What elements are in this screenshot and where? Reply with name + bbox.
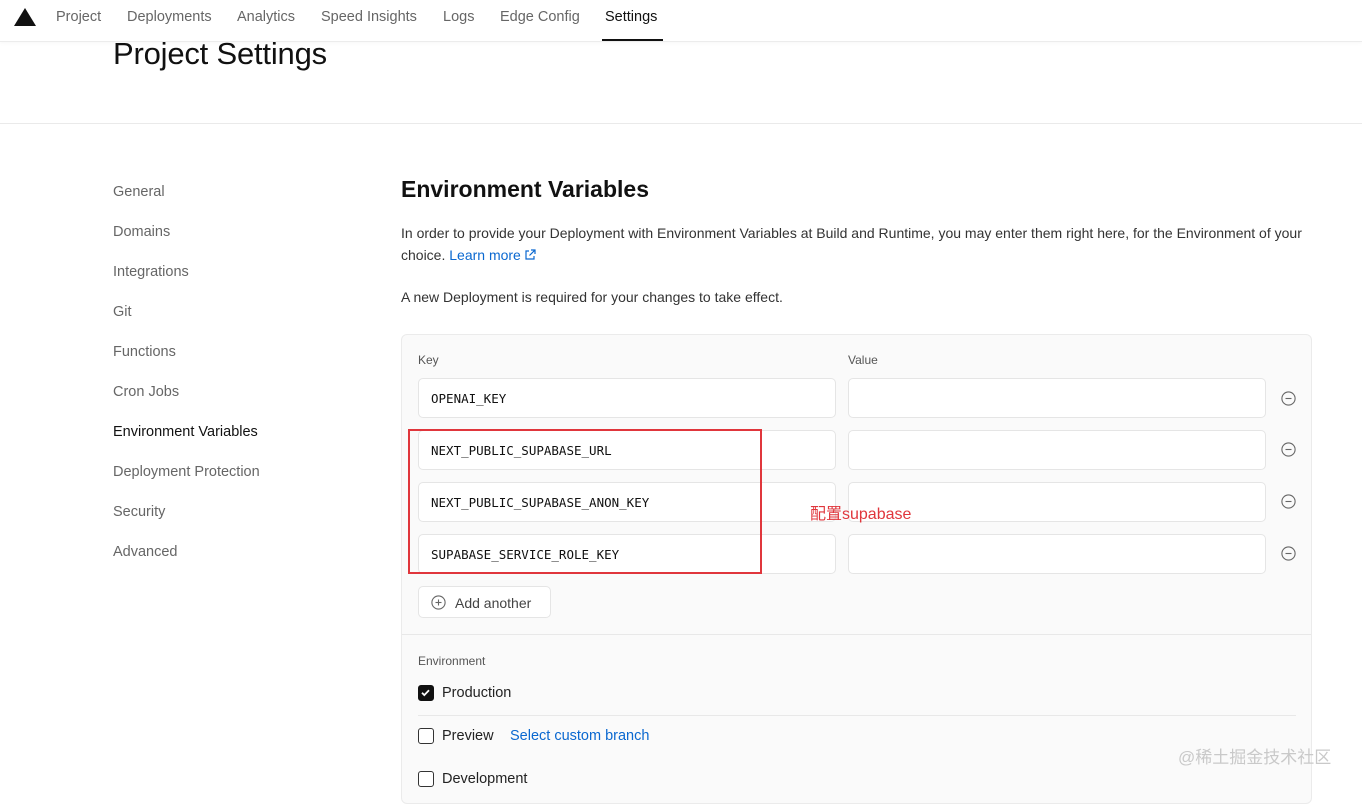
top-navigation: Project Deployments Analytics Speed Insi…: [0, 0, 1362, 41]
sidebar-item-integrations[interactable]: Integrations: [113, 264, 189, 280]
production-checkbox[interactable]: [418, 685, 434, 701]
section-title: Environment Variables: [401, 176, 649, 202]
value-column-label: Value: [848, 353, 878, 367]
sidebar-item-git[interactable]: Git: [113, 304, 132, 320]
sidebar-item-advanced[interactable]: Advanced: [113, 544, 178, 560]
vercel-logo-icon[interactable]: [14, 8, 36, 26]
tab-analytics[interactable]: Analytics: [237, 9, 295, 25]
preview-checkbox[interactable]: [418, 728, 434, 744]
tab-speed-insights[interactable]: Speed Insights: [321, 9, 417, 25]
development-checkbox[interactable]: [418, 771, 434, 787]
select-custom-branch-link[interactable]: Select custom branch: [510, 728, 649, 744]
remove-row-icon[interactable]: [1281, 442, 1296, 457]
tab-logs[interactable]: Logs: [443, 9, 474, 25]
add-another-button[interactable]: Add another: [418, 586, 551, 618]
env-key-input[interactable]: [418, 378, 836, 418]
sidebar-item-deployment-protection[interactable]: Deployment Protection: [113, 464, 260, 480]
env-value-input[interactable]: [848, 378, 1266, 418]
tab-edge-config[interactable]: Edge Config: [500, 9, 580, 25]
checkmark-icon: [421, 689, 430, 697]
env-value-input[interactable]: [848, 430, 1266, 470]
description-text: In order to provide your Deployment with…: [401, 225, 1302, 263]
section-description: In order to provide your Deployment with…: [401, 222, 1316, 266]
environment-divider: [418, 715, 1296, 716]
learn-more-link[interactable]: Learn more: [449, 247, 536, 263]
sidebar-item-security[interactable]: Security: [113, 504, 165, 520]
environment-label: Environment: [418, 654, 486, 668]
remove-row-icon[interactable]: [1281, 546, 1296, 561]
tab-deployments[interactable]: Deployments: [127, 9, 212, 25]
sidebar-item-cron-jobs[interactable]: Cron Jobs: [113, 384, 179, 400]
development-label[interactable]: Development: [442, 771, 527, 787]
header-divider: [0, 123, 1362, 124]
tab-project[interactable]: Project: [56, 9, 101, 25]
remove-row-icon[interactable]: [1281, 494, 1296, 509]
production-label[interactable]: Production: [442, 685, 511, 701]
watermark: @稀土掘金技术社区: [1178, 748, 1332, 767]
add-another-label: Add another: [455, 595, 532, 611]
sidebar-item-domains[interactable]: Domains: [113, 224, 170, 240]
sidebar-item-functions[interactable]: Functions: [113, 344, 176, 360]
tab-settings[interactable]: Settings: [605, 9, 657, 25]
env-value-input[interactable]: [848, 534, 1266, 574]
learn-more-label: Learn more: [449, 247, 521, 263]
panel-divider: [402, 634, 1311, 635]
sidebar-item-environment-variables[interactable]: Environment Variables: [113, 424, 258, 440]
annotation-highlight-box: [408, 429, 762, 574]
remove-row-icon[interactable]: [1281, 391, 1296, 406]
redeploy-note: A new Deployment is required for your ch…: [401, 289, 783, 305]
key-column-label: Key: [418, 353, 439, 367]
plus-circle-icon: [431, 595, 446, 610]
page-title: Project Settings: [113, 36, 327, 71]
sidebar-item-general[interactable]: General: [113, 184, 165, 200]
annotation-text: 配置supabase: [810, 506, 912, 523]
preview-label[interactable]: Preview: [442, 728, 494, 744]
active-tab-indicator: [602, 39, 663, 41]
external-link-icon: [525, 249, 536, 260]
